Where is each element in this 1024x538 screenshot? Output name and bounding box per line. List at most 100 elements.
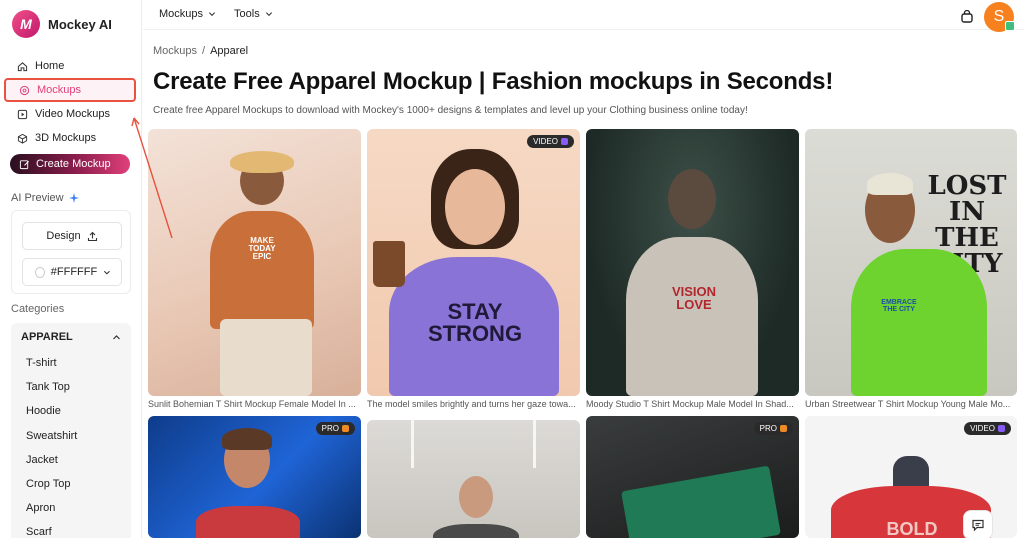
cube-icon (17, 133, 28, 144)
card-caption[interactable]: Moody Studio T Shirt Mockup Male Model I… (586, 399, 799, 409)
category-item[interactable]: Scarf (11, 520, 131, 538)
model-pants (220, 319, 312, 396)
ceiling-light (533, 420, 536, 468)
pro-badge: PRO (315, 422, 355, 435)
page-title: Create Free Apparel Mockup | Fashion moc… (153, 68, 834, 95)
mockup-card[interactable]: PRO (148, 416, 361, 538)
model-head (668, 169, 716, 229)
user-avatar[interactable]: S (984, 2, 1015, 32)
mannequin-neck (893, 456, 929, 490)
category-group-header[interactable]: APPAREL (11, 323, 131, 351)
nav-item-3d-mockups[interactable]: 3D Mockups (4, 126, 136, 150)
nav-label: Mockups (37, 84, 82, 96)
avatar-status-badge (1005, 21, 1015, 31)
model-hair (867, 173, 913, 195)
create-mockup-button[interactable]: Create Mockup (10, 154, 130, 174)
category-panel: APPAREL T-shirt Tank Top Hoodie Sweatshi… (11, 323, 131, 538)
card-caption[interactable]: Urban Streetwear T Shirt Mockup Young Ma… (805, 399, 1017, 409)
nav-item-home[interactable]: Home (4, 54, 136, 78)
mockup-card[interactable]: STAY STRONG VIDEO (367, 129, 580, 396)
model-hair (222, 428, 272, 450)
category-item[interactable]: Crop Top (11, 472, 131, 496)
breadcrumb: Mockups / Apparel (153, 45, 248, 57)
shirt-print-text: EMBRACE THE CITY (881, 299, 917, 313)
shirt-print-text: BOLD (886, 519, 938, 538)
badge-label: VIDEO (533, 137, 558, 146)
ceiling-light (411, 420, 414, 468)
model-head (459, 476, 493, 518)
mockup-card[interactable]: LOST IN THE CITY EMBRACE THE CITY (805, 129, 1017, 396)
design-upload-button[interactable]: Design (22, 222, 122, 250)
category-item[interactable]: Hoodie (11, 399, 131, 423)
page-subtitle: Create free Apparel Mockups to download … (153, 105, 748, 116)
color-value: #FFFFFF (50, 266, 98, 278)
top-right-actions: S (960, 2, 1015, 32)
folded-shirt (621, 465, 781, 538)
card-caption[interactable]: Sunlit Bohemian T Shirt Mockup Female Mo… (148, 399, 361, 409)
design-label: Design (46, 230, 81, 242)
top-bar: Mockups Tools S (143, 0, 1024, 32)
video-icon (17, 109, 28, 119)
logo[interactable]: M Mockey AI (12, 10, 112, 38)
create-mockup-label: Create Mockup (36, 158, 111, 170)
ai-preview-panel: Design #FFFFFF (11, 210, 131, 294)
model-shirt (196, 506, 300, 538)
menu-label: Mockups (159, 8, 204, 20)
sparkle-icon (68, 193, 79, 203)
category-item[interactable]: Sweatshirt (11, 424, 131, 448)
category-item[interactable]: Apron (11, 496, 131, 520)
mockup-card[interactable] (367, 420, 580, 538)
categories-heading: Categories (11, 303, 65, 315)
color-swatch (35, 266, 45, 278)
mockup-card[interactable]: PRO (586, 416, 799, 538)
chevron-up-icon (113, 334, 120, 339)
chat-button[interactable] (963, 510, 993, 538)
model-shirt (433, 524, 519, 538)
menu-tools[interactable]: Tools (234, 8, 273, 20)
model-shirt (210, 211, 314, 329)
breadcrumb-current: Apparel (210, 45, 249, 57)
nav-item-mockups[interactable]: Mockups (4, 78, 136, 102)
pro-badge: PRO (753, 422, 793, 435)
sidebar-nav: Home Mockups Video Mockups 3D Mockups Cr… (4, 54, 136, 174)
logo-mark: M (12, 10, 40, 38)
color-select[interactable]: #FFFFFF (22, 258, 122, 286)
video-dot-icon (998, 425, 1005, 432)
badge-label: PRO (759, 424, 777, 433)
nav-label: Home (35, 60, 65, 72)
top-menu: Mockups Tools (159, 8, 273, 20)
mockup-card[interactable]: VISION LOVE (586, 129, 799, 396)
ai-preview-label: AI Preview (11, 192, 64, 204)
nav-item-video-mockups[interactable]: Video Mockups (4, 102, 136, 126)
video-badge: VIDEO (964, 422, 1011, 435)
mockup-card[interactable]: MAKE TODAY EPIC (148, 129, 361, 396)
category-item[interactable]: Jacket (11, 448, 131, 472)
breadcrumb-separator: / (202, 45, 206, 57)
menu-label: Tools (234, 8, 260, 20)
badge-label: VIDEO (970, 424, 995, 433)
nav-label: Video Mockups (35, 108, 111, 120)
edit-icon (19, 159, 29, 169)
model-hat (230, 151, 294, 173)
upload-icon (87, 231, 97, 241)
video-dot-icon (561, 138, 568, 145)
avatar-initial: S (993, 8, 1005, 25)
nav-label: 3D Mockups (35, 132, 97, 144)
category-item[interactable]: Tank Top (11, 375, 131, 399)
bag-icon[interactable] (960, 10, 974, 24)
pro-icon (780, 425, 787, 432)
shirt-print-text: STAY STRONG (427, 299, 523, 346)
card-caption[interactable]: The model smiles brightly and turns her … (367, 399, 580, 409)
sidebar: M Mockey AI Home Mockups Video Mockups 3… (0, 0, 142, 538)
chevron-down-icon (208, 12, 216, 17)
breadcrumb-root[interactable]: Mockups (153, 45, 197, 57)
category-group-label: APPAREL (21, 331, 73, 343)
model-shirt (851, 249, 987, 396)
shirt-print-text: MAKE TODAY EPIC (248, 236, 276, 261)
home-icon (17, 61, 28, 71)
badge-label: PRO (321, 424, 339, 433)
app-name: Mockey AI (48, 16, 112, 32)
shirt-print-text: VISION LOVE (671, 284, 717, 312)
category-item[interactable]: T-shirt (11, 351, 131, 375)
menu-mockups[interactable]: Mockups (159, 8, 216, 20)
